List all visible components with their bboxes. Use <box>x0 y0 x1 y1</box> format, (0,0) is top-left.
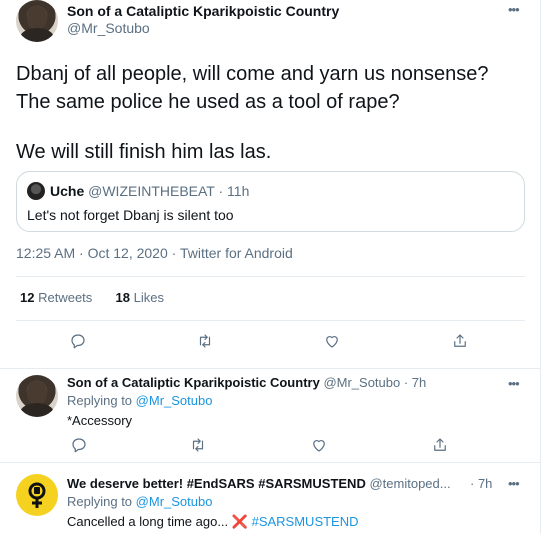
share-icon[interactable] <box>428 433 452 457</box>
tweet-text-line: The same police he used as a tool of rap… <box>16 91 400 113</box>
hashtag-link[interactable]: #SARSMUSTEND <box>252 514 359 529</box>
reply-time[interactable]: · 7h <box>404 375 426 390</box>
like-icon[interactable] <box>320 329 344 353</box>
reply-text: *Accessory <box>67 413 133 428</box>
avatar[interactable] <box>16 474 58 516</box>
reply-tweet[interactable]: Son of a Cataliptic Kparikpoistic Countr… <box>0 369 541 463</box>
avatar[interactable] <box>16 0 58 42</box>
quoted-tweet[interactable]: Uche @WIZEINTHEBEAT · 11h Let's not forg… <box>16 171 525 232</box>
cross-mark-icon: ❌ <box>231 514 248 529</box>
author-name[interactable]: Son of a Cataliptic Kparikpoistic Countr… <box>67 3 339 21</box>
replying-to: Replying to @Mr_Sotubo <box>67 393 213 408</box>
reply-text: Cancelled a long time ago... ❌ #SARSMUST… <box>67 514 359 529</box>
quoted-avatar <box>27 182 45 200</box>
share-icon[interactable] <box>448 329 472 353</box>
tweet-text-line: Dbanj of all people, will come and yarn … <box>16 63 489 85</box>
main-tweet: Son of a Cataliptic Kparikpoistic Countr… <box>0 0 541 369</box>
reply-icon[interactable] <box>66 329 90 353</box>
more-icon[interactable]: ••• <box>508 3 520 16</box>
engagement-stats: 12 Retweets 18 Likes <box>20 290 164 305</box>
tweet-text: Dbanj of all people, will come and yarn … <box>16 60 531 166</box>
conversation-timeline: Son of a Cataliptic Kparikpoistic Countr… <box>0 0 541 534</box>
quoted-time: · 11h <box>218 183 250 199</box>
like-icon[interactable] <box>307 433 331 457</box>
author-handle[interactable]: @Mr_Sotubo <box>67 20 150 38</box>
reply-header: Son of a Cataliptic Kparikpoistic Countr… <box>67 375 426 390</box>
reply-tweet[interactable]: We deserve better! #EndSARS #SARSMUSTEND… <box>0 463 541 534</box>
retweet-icon[interactable] <box>186 433 210 457</box>
retweet-icon[interactable] <box>193 329 217 353</box>
reply-header: We deserve better! #EndSARS #SARSMUSTEND… <box>67 476 451 491</box>
divider <box>16 320 525 321</box>
author-handle[interactable]: @Mr_Sotubo <box>323 375 400 390</box>
tweet-text-line: We will still finish him las las. <box>16 141 272 163</box>
reply-icon[interactable] <box>67 433 91 457</box>
quoted-header: Uche @WIZEINTHEBEAT · 11h <box>50 183 249 199</box>
avatar[interactable] <box>16 375 58 417</box>
quoted-handle: @WIZEINTHEBEAT <box>88 183 215 199</box>
author-name[interactable]: We deserve better! #EndSARS #SARSMUSTEND <box>67 476 366 491</box>
more-icon[interactable]: ••• <box>508 477 520 490</box>
replying-to: Replying to @Mr_Sotubo <box>67 494 213 509</box>
replying-to-link[interactable]: @Mr_Sotubo <box>136 494 213 509</box>
author-handle[interactable]: @temitoped... <box>369 476 450 491</box>
replying-to-link[interactable]: @Mr_Sotubo <box>136 393 213 408</box>
likes-stat[interactable]: 18 Likes <box>116 290 164 305</box>
divider <box>16 276 525 277</box>
reply-time[interactable]: · 7h <box>470 476 492 491</box>
tweet-meta[interactable]: 12:25 AM · Oct 12, 2020 · Twitter for An… <box>16 245 293 261</box>
retweets-stat[interactable]: 12 Retweets <box>20 290 92 305</box>
quoted-text: Let's not forget Dbanj is silent too <box>27 207 234 223</box>
author-name[interactable]: Son of a Cataliptic Kparikpoistic Countr… <box>67 375 320 390</box>
more-icon[interactable]: ••• <box>508 377 520 390</box>
quoted-name: Uche <box>50 183 85 199</box>
female-symbol-icon <box>28 482 46 508</box>
